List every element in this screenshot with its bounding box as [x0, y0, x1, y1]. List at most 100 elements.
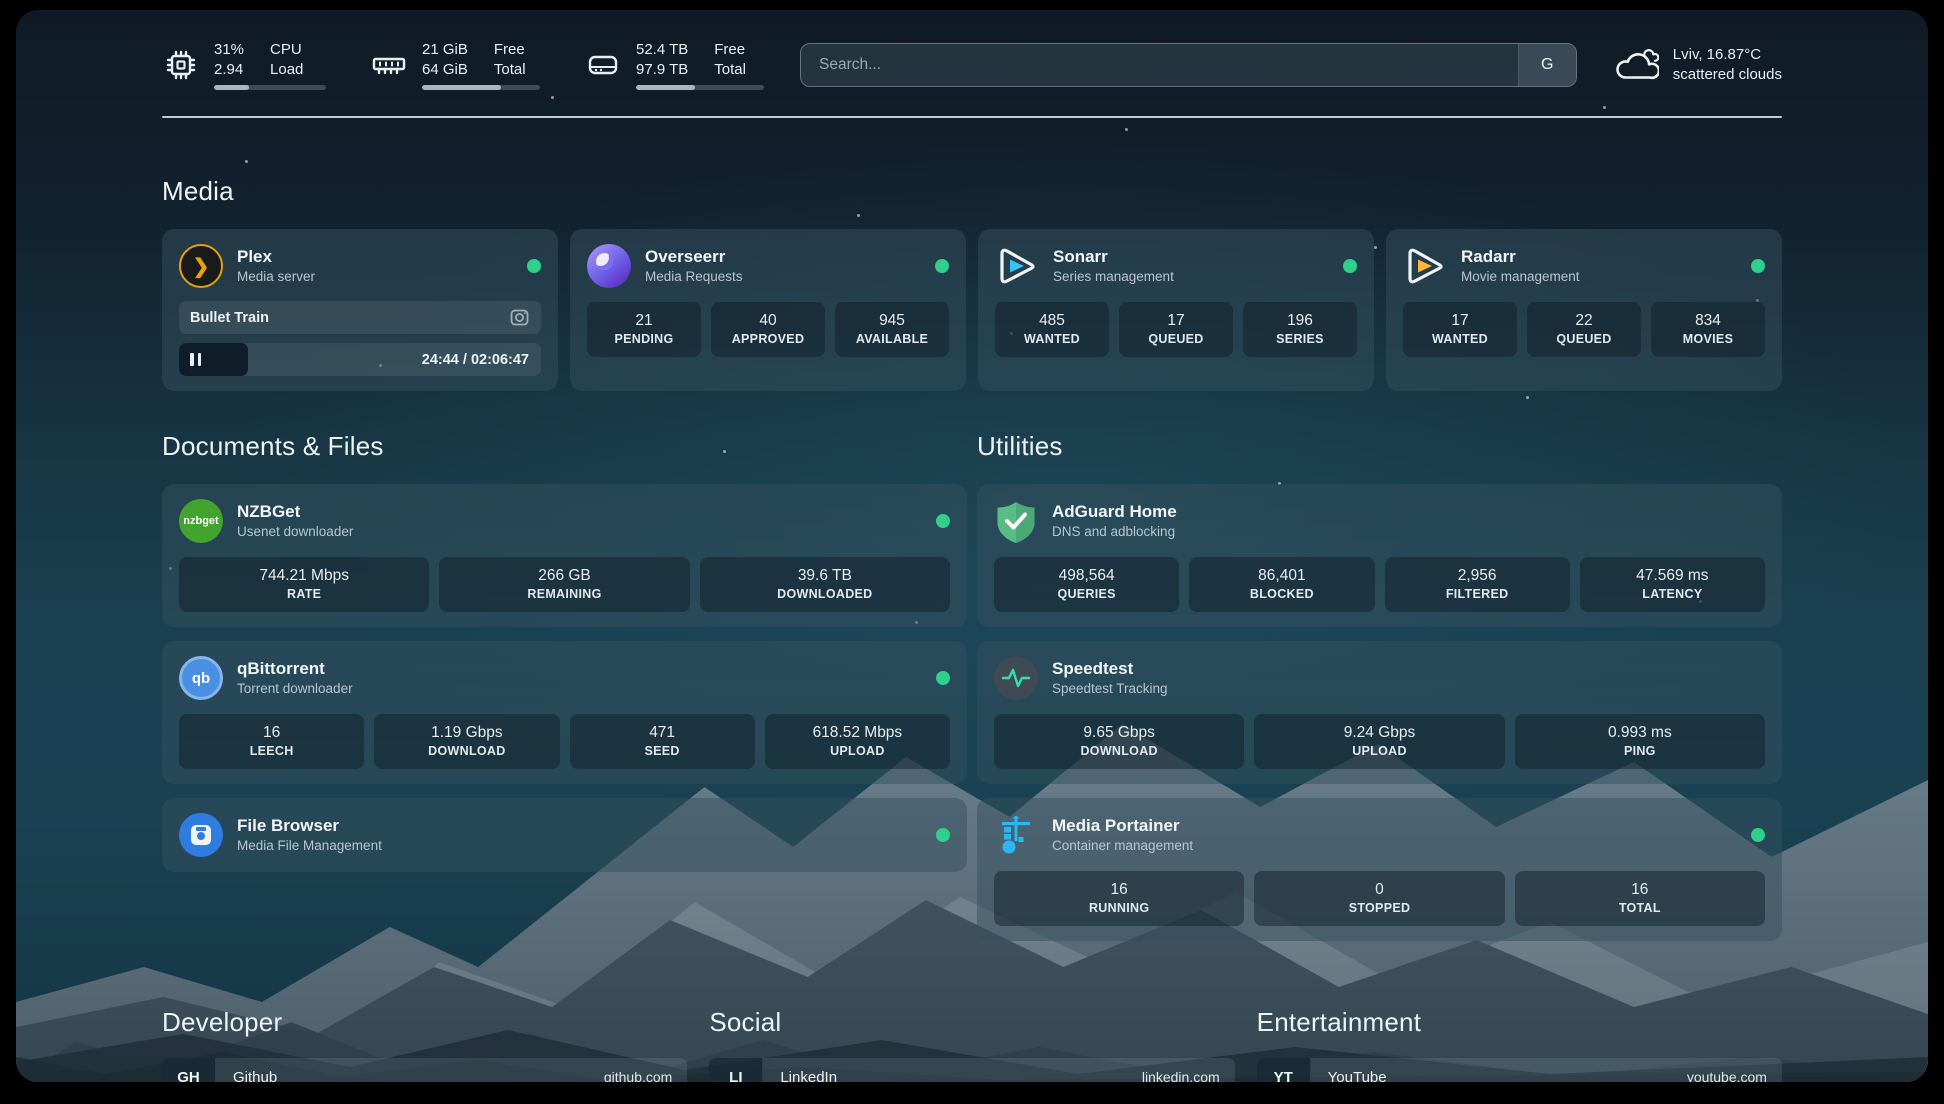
system-stats: 31% 2.94 CPU Load	[162, 40, 764, 90]
media-section: Media ❯ Plex Media server Bullet Train	[162, 176, 1782, 391]
speedtest-title: Speedtest	[1052, 658, 1168, 680]
plex-card[interactable]: ❯ Plex Media server Bullet Train	[162, 229, 558, 391]
portainer-title: Media Portainer	[1052, 815, 1193, 837]
stat-tile: 618.52 Mbps UPLOAD	[765, 714, 950, 769]
radarr-icon	[1403, 244, 1447, 288]
filebrowser-icon	[179, 813, 223, 857]
cpu-load-label: Load	[270, 60, 303, 80]
stat-tile: 21 PENDING	[587, 302, 701, 357]
stat-tile: 16 TOTAL	[1515, 871, 1765, 926]
bookmark-abbr: GH	[162, 1058, 216, 1082]
stat-tile: 47.569 ms LATENCY	[1580, 557, 1765, 612]
adguard-card[interactable]: AdGuard Home DNS and adblocking 498,564 …	[977, 484, 1782, 627]
memory-progress-fill	[422, 85, 501, 90]
playback-time: 24:44 / 02:06:47	[422, 352, 529, 368]
speedtest-subtitle: Speedtest Tracking	[1052, 680, 1168, 698]
stat-tile: 39.6 TB DOWNLOADED	[700, 557, 950, 612]
qbittorrent-card[interactable]: qb qBittorrent Torrent downloader 16 LEE…	[162, 641, 967, 784]
filebrowser-card[interactable]: File Browser Media File Management	[162, 798, 967, 872]
documents-heading: Documents & Files	[162, 431, 967, 462]
portainer-card[interactable]: Media Portainer Container management 16 …	[977, 798, 1782, 941]
stat-tile: 834 MOVIES	[1651, 302, 1765, 357]
speedtest-card[interactable]: Speedtest Speedtest Tracking 9.65 Gbps D…	[977, 641, 1782, 784]
disk-progress-track	[636, 85, 764, 90]
qbittorrent-status-dot	[936, 671, 950, 685]
stat-tile: 16 LEECH	[179, 714, 364, 769]
disk-free-label: Free	[714, 40, 746, 60]
media-heading: Media	[162, 176, 1782, 207]
search-input[interactable]	[801, 44, 1518, 86]
disk-icon	[584, 46, 622, 84]
qbittorrent-icon: qb	[179, 656, 223, 700]
sonarr-icon	[995, 244, 1039, 288]
adguard-title: AdGuard Home	[1052, 501, 1177, 523]
documents-section: Documents & Files nzbget NZBGet Usenet d…	[162, 431, 967, 872]
stat-tile: 498,564 QUERIES	[994, 557, 1179, 612]
cpu-stat: 31% 2.94 CPU Load	[162, 40, 326, 90]
bookmark-youtube[interactable]: YT YouTube youtube.com	[1257, 1058, 1782, 1082]
memory-icon	[370, 46, 408, 84]
stat-tile: 2,956 FILTERED	[1385, 557, 1570, 612]
cpu-load-value: 2.94	[214, 60, 244, 80]
stat-tile: 9.65 Gbps DOWNLOAD	[994, 714, 1244, 769]
pause-icon[interactable]	[190, 353, 201, 366]
cpu-percent: 31%	[214, 40, 244, 60]
nzbget-card[interactable]: nzbget NZBGet Usenet downloader 744.21 M…	[162, 484, 967, 627]
nzbget-status-dot	[936, 514, 950, 528]
cpu-progress-fill	[214, 85, 249, 90]
overseerr-icon	[587, 244, 631, 288]
developer-heading: Developer	[162, 1007, 687, 1038]
sonarr-card[interactable]: Sonarr Series management 485 WANTED 17 Q…	[978, 229, 1374, 391]
cpu-label: CPU	[270, 40, 303, 60]
qbittorrent-subtitle: Torrent downloader	[237, 680, 353, 698]
adguard-icon	[994, 499, 1038, 543]
plex-subtitle: Media server	[237, 268, 315, 286]
memory-free-label: Free	[494, 40, 526, 60]
sonarr-subtitle: Series management	[1053, 268, 1174, 286]
stat-tile: 945 AVAILABLE	[835, 302, 949, 357]
stat-tile: 0.993 ms PING	[1515, 714, 1765, 769]
bookmark-name: LinkedIn	[763, 1069, 837, 1083]
stat-tile: 16 RUNNING	[994, 871, 1244, 926]
stat-tile: 485 WANTED	[995, 302, 1109, 357]
nzbget-subtitle: Usenet downloader	[237, 523, 353, 541]
developer-group: Developer GH Github github.com SO StackO…	[162, 1007, 687, 1082]
memory-total-label: Total	[494, 60, 526, 80]
social-heading: Social	[709, 1007, 1234, 1038]
overseerr-title: Overseerr	[645, 246, 743, 268]
bookmark-url: youtube.com	[1687, 1069, 1782, 1082]
cpu-progress-track	[214, 85, 326, 90]
bookmark-linkedin[interactable]: LI LinkedIn linkedin.com	[709, 1058, 1234, 1082]
utilities-section: Utilities	[977, 431, 1782, 941]
weather-condition: scattered clouds	[1673, 65, 1782, 85]
bookmark-name: YouTube	[1311, 1069, 1387, 1083]
sonarr-status-dot	[1343, 259, 1357, 273]
stat-tile: 9.24 Gbps UPLOAD	[1254, 714, 1504, 769]
bookmark-github[interactable]: GH Github github.com	[162, 1058, 687, 1082]
overseerr-card[interactable]: Overseerr Media Requests 21 PENDING 40 A…	[570, 229, 966, 391]
stat-tile: 86,401 BLOCKED	[1189, 557, 1374, 612]
overseerr-subtitle: Media Requests	[645, 268, 743, 286]
search-provider-button[interactable]: G	[1518, 44, 1576, 86]
plex-icon: ❯	[179, 244, 223, 288]
stat-tile: 744.21 Mbps RATE	[179, 557, 429, 612]
weather-widget[interactable]: Lviv, 16.87°C scattered clouds	[1613, 45, 1782, 85]
entertainment-heading: Entertainment	[1257, 1007, 1782, 1038]
bookmark-abbr: LI	[709, 1058, 763, 1082]
top-bar: 31% 2.94 CPU Load	[162, 40, 1782, 90]
now-playing-row: Bullet Train	[179, 301, 541, 334]
portainer-status-dot	[1751, 828, 1765, 842]
disk-progress-fill	[636, 85, 695, 90]
radarr-card[interactable]: Radarr Movie management 17 WANTED 22 QUE…	[1386, 229, 1782, 391]
camera-icon	[509, 307, 530, 328]
memory-total-value: 64 GiB	[422, 60, 468, 80]
stat-tile: 471 SEED	[570, 714, 755, 769]
radarr-status-dot	[1751, 259, 1765, 273]
cpu-icon	[162, 46, 200, 84]
memory-free-value: 21 GiB	[422, 40, 468, 60]
speedtest-icon	[994, 656, 1038, 700]
adguard-subtitle: DNS and adblocking	[1052, 523, 1177, 541]
stat-tile: 196 SERIES	[1243, 302, 1357, 357]
portainer-icon	[994, 813, 1038, 857]
radarr-subtitle: Movie management	[1461, 268, 1580, 286]
